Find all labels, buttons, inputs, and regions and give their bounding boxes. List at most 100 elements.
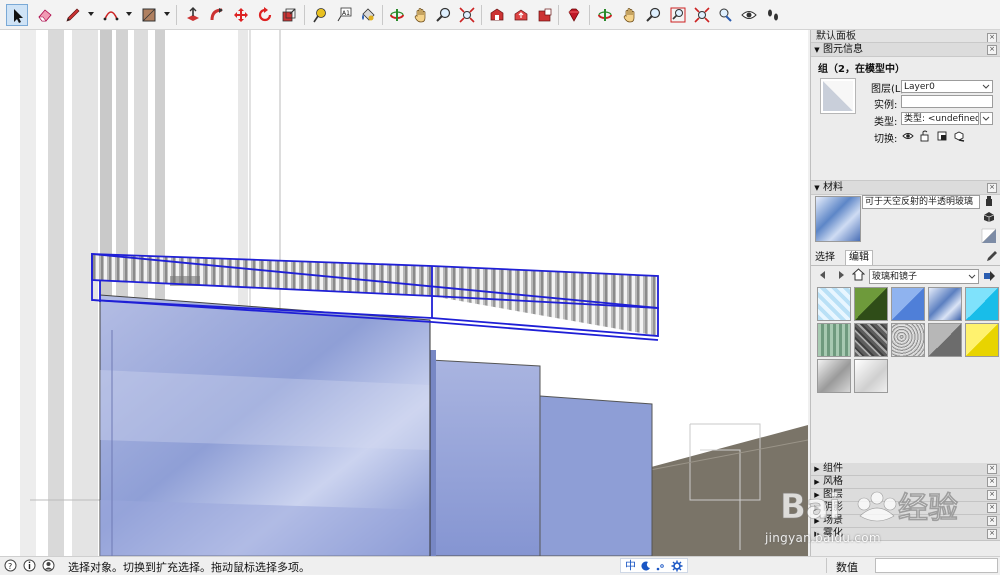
svg-text:A1: A1 — [342, 10, 350, 17]
material-cube-icon[interactable] — [983, 211, 995, 223]
entity-info-header[interactable]: ▼ 图元信息 × — [811, 42, 1000, 57]
look-around-tool-button[interactable] — [738, 4, 760, 26]
push-pull-tool-button[interactable] — [182, 4, 204, 26]
position-camera-tool-button[interactable] — [714, 4, 736, 26]
follow-me-tool-button[interactable] — [206, 4, 228, 26]
orbit-tool-2-button[interactable] — [594, 4, 616, 26]
materials-close-icon[interactable]: × — [987, 183, 997, 193]
move-tool-button[interactable] — [230, 4, 252, 26]
panel-close-icon[interactable]: × — [987, 503, 997, 513]
default-material-icon[interactable] — [981, 228, 997, 244]
material-preview-thumbnail[interactable] — [820, 78, 856, 114]
background-column — [20, 30, 36, 556]
shape-tool-dropdown-icon[interactable] — [164, 12, 170, 16]
sample-paint-pencil-icon[interactable] — [986, 250, 998, 262]
material-swatch[interactable] — [817, 323, 851, 357]
material-swatch[interactable] — [965, 287, 999, 321]
line-tool-dropdown-icon[interactable] — [88, 12, 94, 16]
orbit-tool-button[interactable] — [386, 4, 408, 26]
tab-select[interactable]: 选择 — [815, 251, 835, 265]
glass-panel-right — [539, 395, 653, 556]
walk-tool-button[interactable] — [762, 4, 784, 26]
home-icon[interactable] — [852, 268, 865, 281]
panel-close-icon[interactable]: × — [987, 477, 997, 487]
material-name-field[interactable]: 可于天空反射的半透明玻璃 — [862, 195, 980, 209]
share-model-button[interactable] — [510, 4, 532, 26]
shadows-panel-header[interactable]: ▶ 阴影 × — [811, 502, 1000, 515]
panel-close-icon[interactable]: × — [987, 464, 997, 474]
type-select-value: 类型: <undefined> — [904, 114, 978, 124]
panel-close-icon[interactable]: × — [987, 529, 997, 539]
entity-info-close-icon[interactable]: × — [987, 45, 997, 55]
components-panel-label: 组件 — [823, 463, 843, 474]
rectangle-tool-button[interactable] — [138, 4, 160, 26]
tab-edit[interactable]: 编辑 — [845, 250, 873, 265]
layer-select[interactable]: Layer0 — [901, 80, 993, 93]
zoom-extents-tool-2-button[interactable] — [691, 4, 713, 26]
material-swatch[interactable] — [928, 323, 962, 357]
pan-tool-2-button[interactable] — [619, 4, 641, 26]
expand-triangle-icon: ▼ — [814, 46, 820, 54]
back-arrow-icon[interactable] — [817, 269, 829, 281]
tape-measure-icon — [313, 8, 326, 23]
styles-panel-header[interactable]: ▶ 风格 × — [811, 476, 1000, 489]
chevron-down-icon — [982, 84, 990, 89]
type-label: 类型: — [874, 117, 898, 128]
geo-location-icon[interactable]: ? — [4, 559, 17, 572]
zoom-tool-2-button[interactable] — [643, 4, 665, 26]
scale-tool-button[interactable] — [278, 4, 300, 26]
model-viewport[interactable] — [0, 30, 808, 556]
ruby-console-button[interactable] — [563, 4, 585, 26]
user-account-icon[interactable] — [42, 559, 55, 572]
zoom-extents-tool-button[interactable] — [456, 4, 478, 26]
zoom-window-tool-button[interactable] — [667, 4, 689, 26]
details-arrow-icon[interactable] — [983, 270, 996, 282]
select-tool-button[interactable] — [6, 4, 28, 26]
warehouse-icon — [490, 8, 504, 21]
zoom-tool-button[interactable] — [433, 4, 455, 26]
layers-panel-header[interactable]: ▶ 图层 × — [811, 489, 1000, 502]
material-swatch[interactable] — [854, 323, 888, 357]
type-select[interactable]: 类型: <undefined> — [901, 112, 979, 125]
material-swatch[interactable] — [928, 287, 962, 321]
paint-bucket-tool-button[interactable] — [357, 4, 379, 26]
measurements-input[interactable] — [875, 558, 998, 573]
materials-header[interactable]: ▼ 材料 × — [811, 180, 1000, 195]
scenes-panel-header[interactable]: ▶ 场景 × — [811, 515, 1000, 528]
panel-close-icon[interactable]: × — [987, 516, 997, 526]
type-dropdown-button[interactable] — [980, 112, 993, 125]
panel-close-icon[interactable]: × — [987, 490, 997, 500]
components-panel-header[interactable]: ▶ 组件 × — [811, 463, 1000, 476]
create-material-icon[interactable] — [983, 195, 995, 207]
eraser-tool-button[interactable] — [34, 4, 56, 26]
rotate-tool-button[interactable] — [254, 4, 276, 26]
tape-measure-tool-button[interactable] — [309, 4, 331, 26]
glass-panel-middle — [429, 359, 541, 556]
material-swatch[interactable] — [817, 359, 851, 393]
line-tool-button[interactable] — [62, 4, 84, 26]
styles-panel-label: 风格 — [823, 476, 843, 487]
instance-input[interactable] — [901, 95, 993, 108]
extension-warehouse-button[interactable] — [534, 4, 556, 26]
cast-shadows-icon[interactable] — [953, 130, 965, 142]
toolbar-separator — [589, 5, 590, 25]
library-select-value: 玻璃和镜子 — [872, 272, 918, 282]
library-select[interactable]: 玻璃和镜子 — [869, 269, 979, 284]
credits-info-icon[interactable] — [23, 559, 36, 572]
text-tool-button[interactable]: A1 — [333, 4, 355, 26]
arc-tool-button[interactable] — [100, 4, 122, 26]
ime-indicator[interactable]: 中 — [620, 558, 688, 573]
arc-tool-dropdown-icon[interactable] — [126, 12, 132, 16]
material-swatch[interactable] — [854, 359, 888, 393]
material-swatch[interactable] — [965, 323, 999, 357]
material-swatch[interactable] — [817, 287, 851, 321]
material-swatch[interactable] — [854, 287, 888, 321]
material-swatch[interactable] — [891, 287, 925, 321]
lock-icon[interactable] — [919, 130, 931, 142]
material-swatch[interactable] — [891, 323, 925, 357]
pan-tool-button[interactable] — [410, 4, 432, 26]
warehouse-button[interactable] — [486, 4, 508, 26]
forward-arrow-icon[interactable] — [835, 269, 847, 281]
visibility-eye-icon[interactable] — [902, 130, 914, 142]
receive-shadows-icon[interactable] — [936, 130, 948, 142]
